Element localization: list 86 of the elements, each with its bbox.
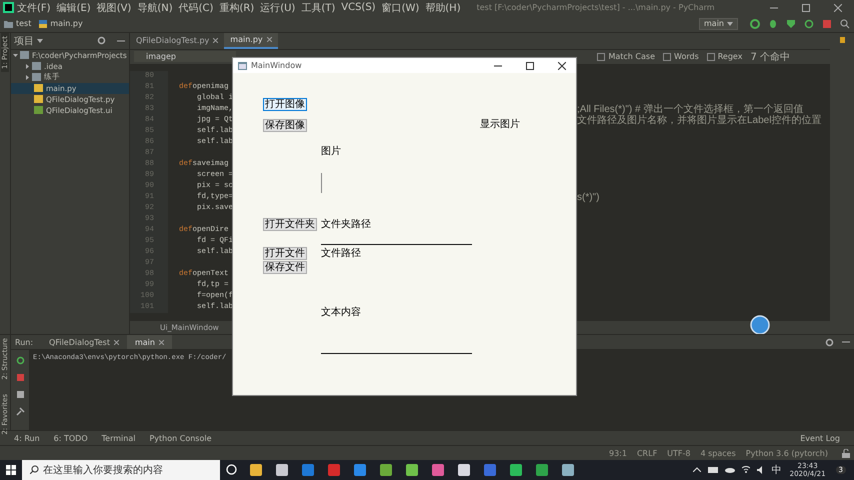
image-display-label: 显示图片 bbox=[480, 118, 520, 130]
window-icon bbox=[238, 62, 247, 70]
status-item[interactable]: CRLF bbox=[636, 448, 658, 458]
menu-item[interactable]: 重构(R) bbox=[219, 0, 254, 15]
menu-item[interactable]: 编辑(E) bbox=[56, 0, 91, 15]
chevron-up-icon[interactable] bbox=[692, 467, 701, 472]
text-content-label: 文本内容 bbox=[321, 306, 361, 319]
status-item[interactable]: 4 spaces bbox=[700, 448, 736, 458]
panel-title[interactable]: 项目 bbox=[14, 34, 34, 48]
status-item[interactable]: UTF-8 bbox=[667, 448, 690, 458]
wifi-icon[interactable] bbox=[742, 466, 750, 474]
app-icon[interactable] bbox=[379, 462, 393, 477]
search-icon bbox=[30, 465, 39, 474]
save-image-button[interactable]: 保存图像 bbox=[263, 119, 307, 132]
expand-arrow-icon[interactable] bbox=[13, 52, 18, 58]
window-title: MainWindow bbox=[251, 61, 302, 70]
save-file-button[interactable]: 保存文件 bbox=[263, 261, 307, 274]
maximize-icon[interactable] bbox=[526, 62, 534, 70]
gear-icon[interactable] bbox=[97, 36, 106, 46]
menu-item[interactable]: 文件(F) bbox=[17, 0, 51, 15]
app-icon[interactable] bbox=[509, 462, 523, 477]
image-label: 图片 bbox=[321, 144, 341, 158]
menu-item[interactable]: 视图(V) bbox=[96, 0, 132, 15]
pycharm-logo-icon bbox=[3, 2, 14, 14]
speaker-icon[interactable] bbox=[756, 466, 765, 474]
breadcrumb-item[interactable]: main.py bbox=[50, 19, 83, 28]
dropdown-caret-icon[interactable] bbox=[37, 38, 43, 43]
taskbar-search-field[interactable]: 在这里输入你要搜索的内容 bbox=[22, 460, 220, 480]
text-cursor bbox=[321, 173, 322, 193]
file-path-label: 文件路径 bbox=[321, 246, 361, 260]
menu-item[interactable]: 帮助(H) bbox=[425, 0, 461, 15]
gear-icon[interactable] bbox=[825, 338, 834, 347]
folder-path-label: 文件夹路径 bbox=[321, 218, 371, 231]
search-option-checkbox[interactable]: Match Case bbox=[597, 52, 655, 62]
tool-window-tab[interactable]: Terminal bbox=[102, 434, 136, 443]
app-icon[interactable] bbox=[405, 462, 419, 477]
menu-item[interactable]: VCS(S) bbox=[341, 2, 376, 14]
menu-item[interactable]: 窗口(W) bbox=[382, 0, 420, 15]
circle-badge-icon bbox=[750, 314, 770, 335]
code-line: 文件路径及图片名称，并将图片显示在Label控件的位置 bbox=[577, 114, 822, 126]
search-field[interactable]: imagep bbox=[134, 51, 236, 62]
close-icon[interactable] bbox=[558, 62, 566, 70]
window-title: test [F:\coder\PycharmProjects\test] - ...\main.py - PyCharm bbox=[476, 3, 716, 12]
menu-item[interactable]: 导航(N) bbox=[137, 0, 173, 15]
open-image-button[interactable]: 打开图像 bbox=[263, 98, 307, 111]
input-method-indicator[interactable]: 中 bbox=[772, 462, 782, 477]
windows-start-icon[interactable] bbox=[6, 464, 16, 475]
match-count: 7 个命中 bbox=[750, 50, 790, 64]
cloud-icon[interactable] bbox=[724, 466, 735, 473]
branch-selector[interactable]: main bbox=[699, 18, 738, 30]
tool-window-tab[interactable]: 4: Run bbox=[14, 434, 40, 443]
app-icon[interactable] bbox=[561, 462, 575, 477]
menu-item[interactable]: 运行(U) bbox=[260, 0, 296, 15]
scroll-marker-icon bbox=[840, 36, 844, 43]
menu-item[interactable]: 工具(T) bbox=[301, 0, 336, 15]
ui-file-icon bbox=[34, 106, 43, 114]
app-icon[interactable] bbox=[431, 462, 445, 477]
status-item[interactable]: Python 3.6 (pytorch) bbox=[746, 448, 828, 458]
folder-icon bbox=[4, 20, 13, 28]
cortana-circle-icon[interactable] bbox=[226, 464, 237, 476]
app-icon[interactable] bbox=[249, 462, 263, 477]
shield-icon[interactable] bbox=[786, 18, 796, 29]
tool-window-tab[interactable]: Python Console bbox=[149, 434, 212, 443]
code-line: ;All Files(*)") # 弹出一个文件选择框，第一个返回值 bbox=[577, 104, 804, 115]
app-icon[interactable] bbox=[535, 462, 549, 477]
editor-tab[interactable]: main.py bbox=[224, 32, 278, 49]
editor-tab[interactable]: QFileDialogTest.py bbox=[130, 32, 224, 49]
search-option-checkbox[interactable]: Regex bbox=[706, 52, 742, 62]
app-icon[interactable] bbox=[275, 462, 289, 477]
open-folder-button[interactable]: 打开文件夹 bbox=[263, 218, 317, 230]
breadcrumb-item[interactable]: test bbox=[16, 19, 32, 28]
python-file-icon bbox=[39, 20, 48, 28]
app-icon[interactable] bbox=[457, 462, 471, 477]
lock-icon[interactable] bbox=[842, 448, 850, 458]
search-icon[interactable] bbox=[840, 18, 850, 29]
run-tab[interactable]: main bbox=[126, 335, 172, 350]
run-tab[interactable]: QFileDialogTest bbox=[41, 335, 127, 350]
event-log-tab[interactable]: Event Log bbox=[800, 434, 840, 443]
tool-window-tab[interactable]: 6: TODO bbox=[54, 434, 88, 443]
dropdown-caret-icon[interactable] bbox=[727, 22, 733, 26]
code-line: s(*)") bbox=[577, 192, 600, 203]
open-file-button[interactable]: 打开文件 bbox=[263, 246, 307, 260]
search-option-checkbox[interactable]: Words bbox=[663, 52, 699, 62]
status-item[interactable]: 93:1 bbox=[609, 448, 627, 458]
run-label: Run: bbox=[15, 338, 34, 347]
menu-item[interactable]: 代码(C) bbox=[178, 0, 214, 15]
